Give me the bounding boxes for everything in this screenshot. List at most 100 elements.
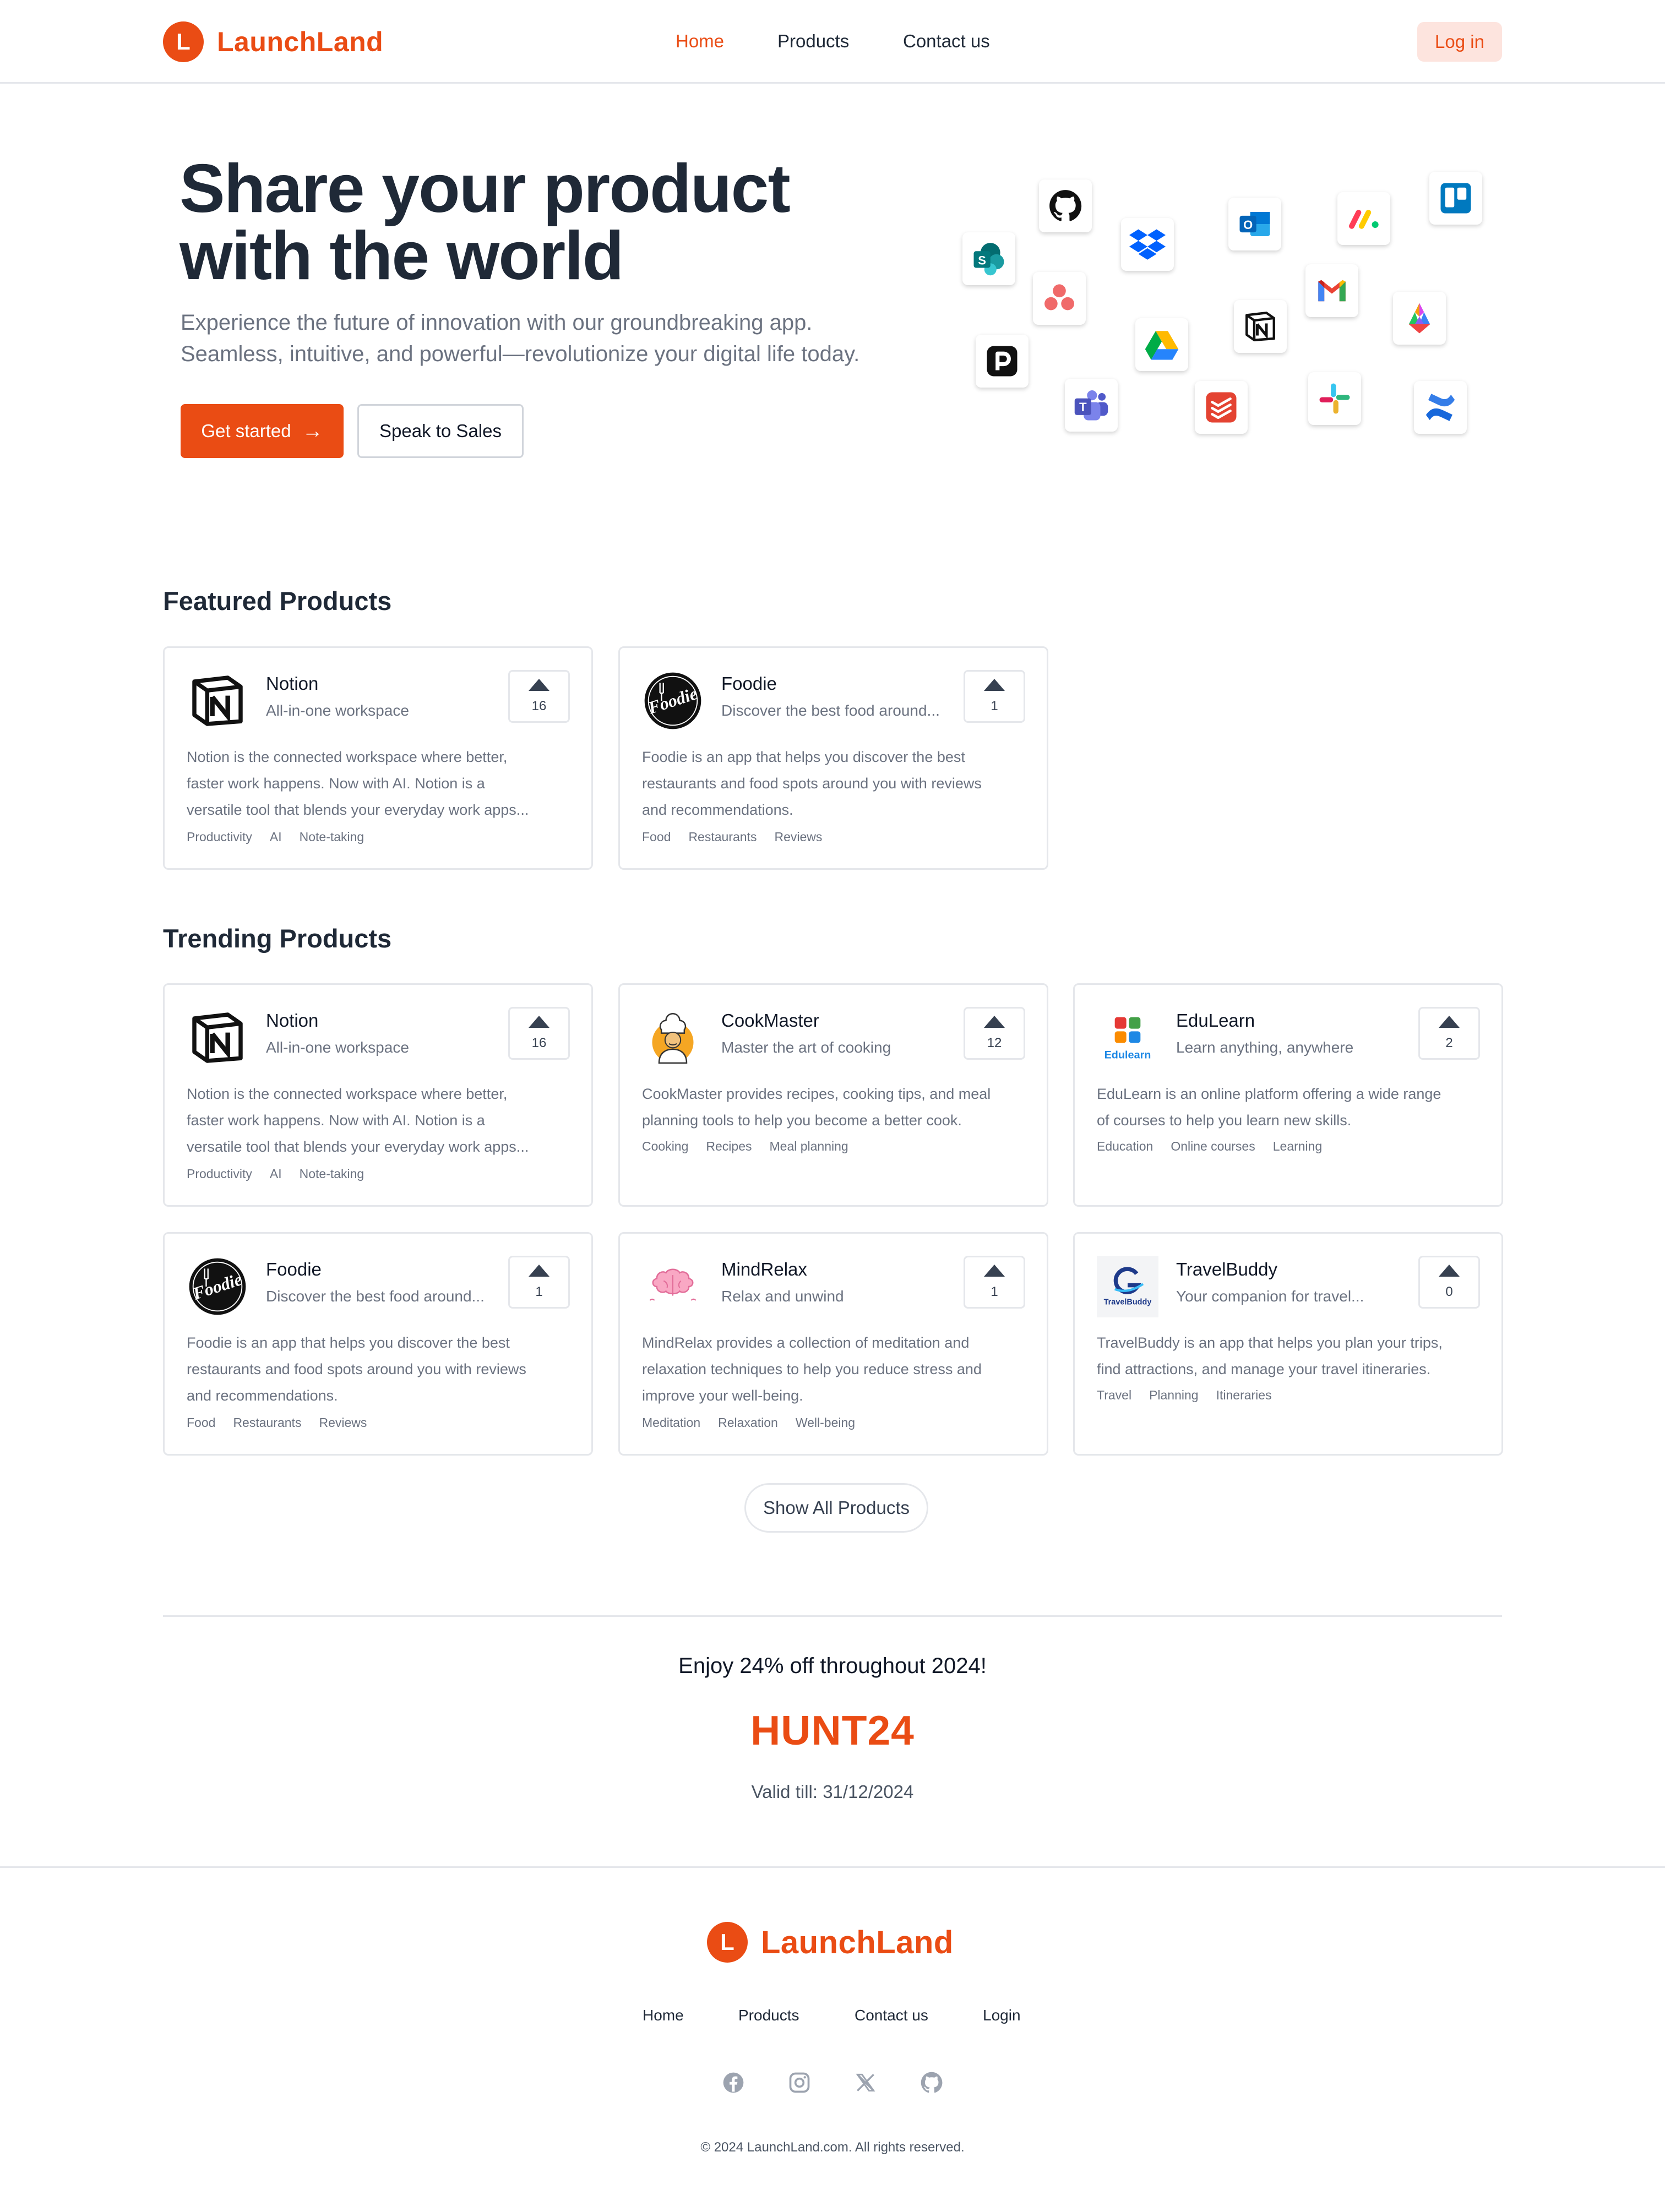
product-tagline: Discover the best food around...: [266, 1288, 485, 1305]
nav-contact[interactable]: Contact us: [903, 31, 990, 52]
tag[interactable]: Meal planning: [770, 1139, 848, 1154]
product-name[interactable]: Notion: [266, 673, 318, 694]
arrow-right-icon: →: [302, 419, 323, 443]
product-name[interactable]: EduLearn: [1176, 1010, 1255, 1031]
teams-icon: T: [1065, 379, 1118, 432]
tag[interactable]: Online courses: [1171, 1139, 1255, 1154]
product-name[interactable]: CookMaster: [721, 1010, 819, 1031]
upvote-button[interactable]: 12: [964, 1007, 1025, 1060]
upvote-arrow-icon: [984, 1265, 1005, 1277]
tag[interactable]: Itineraries: [1216, 1388, 1272, 1403]
product-tagline: All-in-one workspace: [266, 702, 409, 719]
tag[interactable]: Reviews: [319, 1415, 367, 1430]
product-card-foodie[interactable]: Foodie Foodie Discover the best food aro…: [618, 646, 1048, 870]
upvote-button[interactable]: 16: [508, 670, 570, 723]
product-card-edulearn[interactable]: Edulearn EduLearn Learn anything, anywhe…: [1073, 983, 1503, 1207]
tag[interactable]: Recipes: [706, 1139, 752, 1154]
tag[interactable]: Food: [187, 1415, 215, 1430]
product-description: CookMaster provides recipes, cooking tip…: [642, 1086, 991, 1129]
vote-count: 1: [991, 1284, 998, 1299]
product-card-notion[interactable]: Notion All-in-one workspace 16 Notion is…: [163, 983, 593, 1207]
show-all-products-button[interactable]: Show All Products: [744, 1483, 928, 1533]
tag[interactable]: Well-being: [796, 1415, 855, 1430]
facebook-icon[interactable]: [721, 2071, 746, 2095]
footer-brand-logo[interactable]: L LaunchLand: [707, 1922, 954, 1963]
hero-title-line1: Share your product: [179, 151, 791, 227]
notion-logo: [187, 670, 248, 732]
tag[interactable]: Productivity: [187, 1167, 252, 1181]
trending-title: Trending Products: [163, 924, 392, 953]
get-started-button[interactable]: Get started →: [181, 404, 344, 458]
nav-products[interactable]: Products: [777, 31, 849, 52]
promo-valid-date: Valid till: 31/12/2024: [751, 1781, 914, 1802]
product-tags: Travel Planning Itineraries: [1097, 1388, 1272, 1403]
product-card-notion[interactable]: Notion All-in-one workspace 16 Notion is…: [163, 646, 593, 870]
footer-nav-products[interactable]: Products: [738, 2007, 799, 2024]
tag[interactable]: Note-taking: [300, 830, 364, 845]
upvote-button[interactable]: 16: [508, 1007, 570, 1060]
product-card-foodie[interactable]: Foodie Foodie Discover the best food aro…: [163, 1232, 593, 1456]
login-button[interactable]: Log in: [1417, 22, 1502, 62]
tag[interactable]: Meditation: [642, 1415, 700, 1430]
upvote-button[interactable]: 1: [508, 1256, 570, 1309]
product-description: TravelBuddy is an app that helps you pla…: [1097, 1334, 1443, 1377]
upvote-button[interactable]: 1: [964, 670, 1025, 723]
product-name[interactable]: Foodie: [721, 673, 777, 694]
tag[interactable]: Education: [1097, 1139, 1153, 1154]
confluence-icon: [1414, 381, 1467, 434]
footer-nav-home[interactable]: Home: [643, 2007, 684, 2024]
upvote-button[interactable]: 1: [964, 1256, 1025, 1309]
svg-text:T: T: [1079, 400, 1087, 414]
product-card-mindrelax[interactable]: MindRelax Relax and unwind 1 MindRelax p…: [618, 1232, 1048, 1456]
vote-count: 0: [1445, 1284, 1453, 1299]
tag[interactable]: Cooking: [642, 1139, 688, 1154]
github-icon[interactable]: [919, 2071, 944, 2095]
product-card-travelbuddy[interactable]: TravelBuddy TravelBuddy Your companion f…: [1073, 1232, 1503, 1456]
tag[interactable]: Note-taking: [300, 1167, 364, 1181]
tag[interactable]: Reviews: [774, 830, 822, 845]
vote-count: 1: [991, 699, 998, 713]
upvote-button[interactable]: 0: [1418, 1256, 1480, 1309]
tag[interactable]: Travel: [1097, 1388, 1131, 1403]
brand-name: LaunchLand: [217, 26, 384, 57]
product-tags: Cooking Recipes Meal planning: [642, 1139, 848, 1154]
product-tagline: Master the art of cooking: [721, 1039, 891, 1056]
instagram-icon[interactable]: [787, 2071, 812, 2095]
product-name[interactable]: MindRelax: [721, 1259, 807, 1280]
product-tagline: Discover the best food around...: [721, 702, 940, 719]
dropbox-icon: [1121, 218, 1174, 271]
tag[interactable]: Restaurants: [233, 1415, 301, 1430]
product-name[interactable]: TravelBuddy: [1176, 1259, 1277, 1280]
product-tags: Education Online courses Learning: [1097, 1139, 1322, 1154]
hero-subtitle-line2: Seamless, intuitive, and powerful—revolu…: [181, 342, 860, 366]
featured-title: Featured Products: [163, 586, 392, 615]
notion-logo: [187, 1007, 248, 1069]
footer-nav-contact[interactable]: Contact us: [855, 2007, 928, 2024]
product-name[interactable]: Foodie: [266, 1259, 322, 1280]
tag[interactable]: AI: [270, 1167, 282, 1181]
footer-nav-login[interactable]: Login: [983, 2007, 1021, 2024]
speak-to-sales-button[interactable]: Speak to Sales: [357, 404, 524, 458]
x-icon[interactable]: [853, 2071, 878, 2095]
promo-code: HUNT24: [750, 1707, 915, 1753]
nav-home[interactable]: Home: [676, 31, 724, 52]
tag[interactable]: Planning: [1149, 1388, 1199, 1403]
product-card-cookmaster[interactable]: CookMaster Master the art of cooking 12 …: [618, 983, 1048, 1207]
get-started-label: Get started: [201, 421, 291, 441]
upvote-button[interactable]: 2: [1418, 1007, 1480, 1060]
vote-count: 16: [531, 1036, 547, 1050]
foodie-logo: Foodie: [642, 670, 704, 732]
product-description: MindRelax provides a collection of medit…: [642, 1334, 982, 1404]
vote-count: 2: [1445, 1036, 1453, 1050]
brand-logo[interactable]: L LaunchLand: [163, 21, 383, 62]
product-tags: Productivity AI Note-taking: [187, 1167, 364, 1181]
tag[interactable]: Relaxation: [718, 1415, 778, 1430]
tag[interactable]: Learning: [1273, 1139, 1323, 1154]
tag[interactable]: Food: [642, 830, 671, 845]
tag[interactable]: Productivity: [187, 830, 252, 845]
product-name[interactable]: Notion: [266, 1010, 318, 1031]
tag[interactable]: Restaurants: [688, 830, 757, 845]
product-tagline: Relax and unwind: [721, 1288, 844, 1305]
product-description: Notion is the connected workspace where …: [187, 749, 529, 818]
tag[interactable]: AI: [270, 830, 282, 845]
